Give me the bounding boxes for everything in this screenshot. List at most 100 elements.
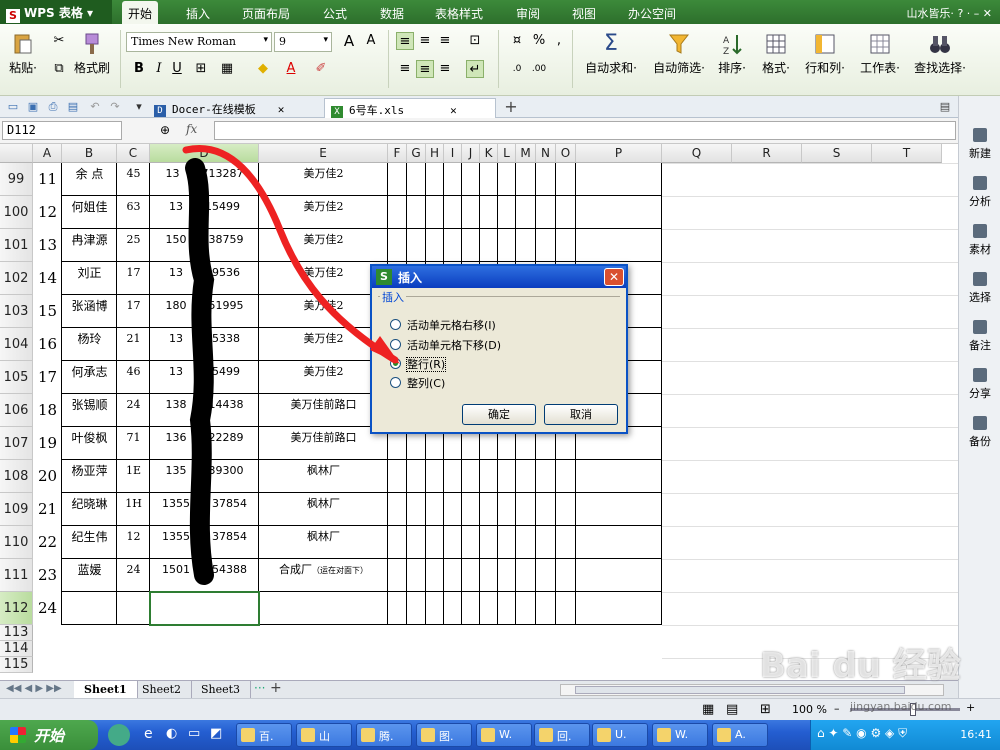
page-layout-view-icon[interactable]: ▤ (726, 702, 738, 717)
cell-a[interactable]: 21 (33, 493, 62, 526)
more-sheets-icon[interactable]: ··· (254, 681, 265, 695)
folder-quick-icon[interactable]: ▭ (188, 726, 200, 741)
cell-e[interactable]: 美万佳前路口 (259, 427, 388, 460)
column-header[interactable]: K (480, 144, 498, 163)
cell-b[interactable]: 张锡顺 (62, 394, 117, 427)
find-select-button[interactable]: 查找选择· (908, 32, 972, 76)
copy-icon[interactable]: ⧉ (50, 60, 68, 78)
menu-office-space[interactable]: 办公空间 (628, 5, 676, 22)
border-icon[interactable]: ⊞ (192, 60, 210, 78)
column-header[interactable]: L (498, 144, 516, 163)
row-col-button[interactable]: 行和列· (800, 32, 850, 76)
row-header[interactable]: 105 (0, 361, 33, 394)
tab-docer-templates[interactable]: D Docer-在线模板 ✕ (148, 98, 320, 118)
fill-color-icon[interactable]: ◆ (254, 60, 272, 78)
column-header[interactable]: B (62, 144, 117, 163)
row-header[interactable]: 113 (0, 625, 33, 641)
column-header[interactable]: H (426, 144, 444, 163)
row-header[interactable]: 112 (0, 592, 33, 625)
cell-b[interactable]: 何姐佳 (62, 196, 117, 229)
cell-c[interactable]: 24 (117, 559, 150, 592)
normal-view-icon[interactable]: ▦ (702, 702, 714, 717)
column-header[interactable]: M (516, 144, 536, 163)
percent-icon[interactable]: % (530, 32, 548, 50)
cell-b[interactable]: 杨玲 (62, 328, 117, 361)
menu-insert[interactable]: 插入 (186, 5, 210, 22)
cell-b[interactable]: 纪晓琳 (62, 493, 117, 526)
cell-d[interactable]: 13 15499 (150, 196, 259, 229)
name-box[interactable]: D112 (2, 121, 122, 140)
align-middle-icon[interactable]: ≡ (416, 32, 434, 50)
cell-e[interactable]: 美万佳2 (259, 163, 388, 196)
font-color-icon[interactable]: A (282, 60, 300, 78)
sheet-tab-1[interactable]: Sheet1 (74, 681, 138, 699)
user-area[interactable]: 山水皆乐· ? · – ✕ (906, 5, 992, 21)
column-header[interactable]: A (33, 144, 62, 163)
undo-icon[interactable]: ↶ (88, 100, 102, 114)
cell-b[interactable] (62, 592, 117, 625)
row-header[interactable]: 110 (0, 526, 33, 559)
cell-d[interactable]: 138 14438 (150, 394, 259, 427)
cell-a[interactable]: 17 (33, 361, 62, 394)
number-format-icon[interactable]: ¤ (508, 32, 526, 50)
cell-d[interactable]: 13 69536 (150, 262, 259, 295)
print-preview-icon[interactable]: ▤ (66, 100, 80, 114)
column-header[interactable]: P (576, 144, 662, 163)
cell-c[interactable]: 17 (117, 295, 150, 328)
cell-e[interactable] (259, 592, 388, 625)
row-header[interactable]: 99 (0, 163, 33, 196)
menu-review[interactable]: 审阅 (516, 5, 540, 22)
row-header[interactable]: 109 (0, 493, 33, 526)
cell-d[interactable]: 1355 37854 (150, 526, 259, 559)
row-header[interactable]: 108 (0, 460, 33, 493)
cell-a[interactable]: 15 (33, 295, 62, 328)
row-header[interactable]: 101 (0, 229, 33, 262)
cell-b[interactable]: 何承志 (62, 361, 117, 394)
radio-entire-row[interactable]: 整行(R) (390, 356, 447, 372)
cell-a[interactable]: 24 (33, 592, 62, 625)
column-header[interactable]: Q (662, 144, 732, 163)
radio-shift-right[interactable]: 活动单元格右移(I) (390, 317, 496, 333)
cell-a[interactable]: 22 (33, 526, 62, 559)
row-header[interactable]: 102 (0, 262, 33, 295)
row-header[interactable]: 107 (0, 427, 33, 460)
redo-icon[interactable]: ↷ (108, 100, 122, 114)
thousands-icon[interactable]: , (550, 32, 568, 50)
taskbar-window-button[interactable]: 百. (236, 723, 292, 747)
open-folder-icon[interactable]: ▭ (6, 100, 20, 114)
menu-data[interactable]: 数据 (380, 5, 404, 22)
cell-d[interactable]: 13 15499 (150, 361, 259, 394)
add-sheet-icon[interactable]: + (270, 680, 282, 696)
select-all-corner[interactable] (0, 144, 33, 163)
save-icon[interactable]: ▣ (26, 100, 40, 114)
align-top-icon[interactable]: ≡ (396, 32, 414, 50)
show-desktop-icon[interactable]: ◩ (210, 726, 222, 741)
quick-access-dropdown-icon[interactable]: ▾ (132, 100, 146, 114)
merge-cells-icon[interactable]: ▦ (218, 60, 236, 78)
cell-d[interactable]: 180 51995 (150, 295, 259, 328)
tab-close-icon[interactable]: ✕ (278, 103, 285, 116)
sheet-tab-3[interactable]: Sheet3 (191, 681, 252, 699)
increase-font-icon[interactable]: A (340, 32, 358, 50)
zoom-formula-icon[interactable]: ⊕ (160, 123, 170, 137)
cell-a[interactable]: 23 (33, 559, 62, 592)
cell-e[interactable]: 美万佳2 (259, 328, 388, 361)
task-pane-select[interactable]: 选择 (959, 272, 1000, 305)
cell-a[interactable]: 14 (33, 262, 62, 295)
column-header[interactable]: N (536, 144, 556, 163)
fx-icon[interactable]: fx (186, 122, 197, 136)
cell-a[interactable]: 11 (33, 163, 62, 196)
column-header[interactable]: T (872, 144, 942, 163)
font-name-combo[interactable]: Times New Roman (126, 32, 272, 52)
cell-e[interactable]: 美万佳2 (259, 262, 388, 295)
format-button[interactable]: 格式· (756, 32, 796, 76)
taskbar-window-button[interactable]: W. (652, 723, 708, 747)
cell-c[interactable]: 21 (117, 328, 150, 361)
column-header[interactable]: R (732, 144, 802, 163)
cell-e[interactable]: 美万佳2 (259, 361, 388, 394)
align-left-icon[interactable]: ≡ (396, 60, 414, 78)
menu-formula[interactable]: 公式 (323, 5, 347, 22)
radio-shift-down[interactable]: 活动单元格下移(D) (390, 337, 501, 353)
cell-d[interactable]: 13 85338 (150, 328, 259, 361)
menu-page-layout[interactable]: 页面布局 (242, 5, 290, 22)
